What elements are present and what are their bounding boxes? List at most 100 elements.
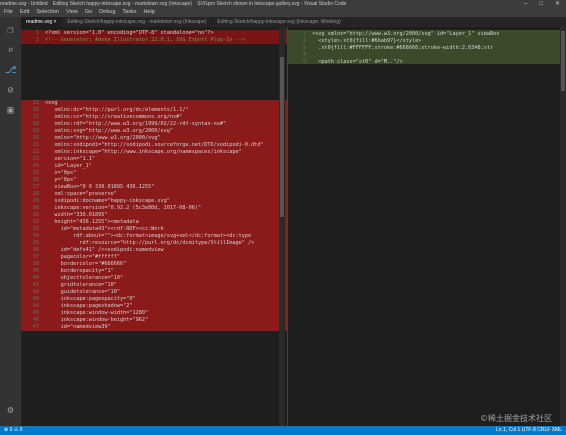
line-text: bordercolor="#666666" <box>45 261 127 267</box>
code-line: 42 guidetolerance="10" <box>21 289 287 296</box>
code-line: 26 y="0px" <box>21 177 287 184</box>
code-line: 38 bordercolor="#666666" <box>21 261 287 268</box>
code-line: 1 <?xml version="1.0" encoding="UTF-8" st… <box>21 30 287 37</box>
line-text: <svg <box>45 100 58 106</box>
search-icon[interactable]: ⌕ <box>5 45 16 56</box>
right-scrollbar[interactable] <box>560 27 566 426</box>
menu-go[interactable]: Go <box>85 8 92 17</box>
line-text: xml:space="preserve" <box>45 191 117 197</box>
line-text: guidetolerance="10" <box>45 289 120 295</box>
status-info[interactable]: Ln 1, Col 1 UTF-8 CRLF XML <box>496 426 562 435</box>
line-text: xmlns:svg="http://www.w3.org/2000/svg" <box>45 128 174 134</box>
line-text: inkscape:version="0.92.2 (5c3e80d, 2017-… <box>45 205 202 211</box>
code-line: 41 gridtolerance="10" <box>21 282 287 289</box>
code-line: 21 xmlns:sodipodi="http://sodipodi.sourc… <box>21 142 287 149</box>
activity-bar: ❐ ⌕ ⎇ ⊘ ▣ ⚙ <box>0 17 21 426</box>
menu-selection[interactable]: Selection <box>36 8 59 17</box>
code-line: 3 .st0{fill:#FFFFFF;stroke:#666666;strok… <box>288 45 566 52</box>
code-line: 16 xmlns:dc="http://purl.org/dc/elements… <box>21 107 287 114</box>
code-line: 17 xmlns:cc="http://creativecommons.org/… <box>21 114 287 121</box>
line-text: rdf:resource="http://purl.org/dc/dcmityp… <box>45 240 255 246</box>
title-segment: readme.svg - Untitled <box>0 1 48 7</box>
code-line: 44 inkscape:pageshadow="2" <box>21 303 287 310</box>
line-text: xmlns:rdf="http://www.w3.org/1999/02/22-… <box>45 121 227 127</box>
code-line: 19 xmlns:svg="http://www.w3.org/2000/svg… <box>21 128 287 135</box>
close-button[interactable]: ✕ <box>555 0 560 8</box>
menu-view[interactable]: View <box>66 8 78 17</box>
menu-edit[interactable]: Edit <box>20 8 29 17</box>
code-line: 2 <!-- Generator: Adobe Illustrator 22.0.… <box>21 37 287 44</box>
files-icon[interactable]: ❐ <box>5 25 16 36</box>
code-line: 32 height="436.1255"><metadata <box>21 219 287 226</box>
code-line: 46 inkscape:window-height="962" <box>21 317 287 324</box>
line-number: 42 <box>32 289 39 295</box>
tab-readme[interactable]: readme.svg × <box>21 17 63 27</box>
line-number: 20 <box>32 135 39 141</box>
scroll-thumb[interactable] <box>561 31 565 91</box>
line-number: 43 <box>32 296 39 302</box>
debug-icon[interactable]: ⊘ <box>5 85 16 96</box>
code-line: 36 id="defs41" /><sodipodi:namedview <box>21 247 287 254</box>
code-line: 1 <svg xmlns="http://www.w3.org/2000/svg"… <box>288 31 566 38</box>
scroll-thumb[interactable] <box>280 57 284 217</box>
code-line: 2 <style>.st0{fill:#6bab97}</style> <box>288 38 566 45</box>
line-number: 16 <box>32 107 39 113</box>
code-line: 22 xmlns:inkscape="http://www.inkscape.o… <box>21 149 287 156</box>
line-text: y="0px" <box>45 177 77 183</box>
tab-markdown-svg[interactable]: Editing Sketch/happy-inkscape.svg - mark… <box>62 17 213 27</box>
code-line: 40 objecttolerance="10" <box>21 275 287 282</box>
line-number: 23 <box>32 156 39 162</box>
minimize-button[interactable]: – <box>524 0 527 8</box>
source-control-icon[interactable]: ⎇ <box>5 65 17 76</box>
code-block: 15 <svg 16 xmlns:dc="http://purl.org/dc/el… <box>21 100 287 331</box>
line-text: pagecolor="#ffffff" <box>45 254 120 260</box>
line-number: 22 <box>32 149 39 155</box>
line-number: 32 <box>32 219 39 225</box>
line-text: rdf:about=""><dc:format>image/svg+xml</d… <box>45 233 252 239</box>
line-text: xmlns:sodipodi="http://sodipodi.sourcefo… <box>45 142 264 148</box>
code-line: 35 rdf:resource="http://purl.org/dc/dcmi… <box>21 240 287 247</box>
line-number: 33 <box>32 226 39 232</box>
line-number: 1 <box>302 31 306 37</box>
extensions-icon[interactable]: ▣ <box>5 105 16 116</box>
line-number: 47 <box>32 324 39 330</box>
title-segment: SVGpro Sketch shown in Inkscape-gallery.… <box>197 1 347 7</box>
menu-help[interactable]: Help <box>143 8 154 17</box>
line-number: 39 <box>32 268 39 274</box>
editor-right[interactable]: 1 <svg xmlns="http://www.w3.org/2000/svg"… <box>287 27 566 426</box>
line-text: objecttolerance="10" <box>45 275 124 281</box>
line-number: 35 <box>32 240 39 246</box>
editor-tabs: readme.svg × Editing Sketch/happy-inksca… <box>21 17 566 27</box>
line-number: 41 <box>32 282 39 288</box>
title-segment: Editing Sketch happy-inkscape.svg - mark… <box>52 1 192 7</box>
code-line: 23 version="1.1" <box>21 156 287 163</box>
code-line: 5 <path class="st0" d="M.."/> <box>288 59 566 66</box>
watermark: ©稀土掘金技术社区 <box>480 414 552 423</box>
status-bar: ⊗ 0 ⚠ 0 Ln 1, Col 1 UTF-8 CRLF XML <box>0 426 566 435</box>
menu-file[interactable]: File <box>4 8 13 17</box>
code-line: 25 x="0px" <box>21 170 287 177</box>
line-number: 36 <box>32 247 39 253</box>
editor-left[interactable]: 1 <?xml version="1.0" encoding="UTF-8" st… <box>21 27 287 426</box>
left-scrollbar[interactable] <box>279 27 285 426</box>
line-text: inkscape:window-width="1280" <box>45 310 149 316</box>
settings-gear-icon[interactable]: ⚙ <box>5 405 16 416</box>
line-number: 27 <box>32 184 39 190</box>
tab-inkscape-working[interactable]: Editing Sketch/happy-inkscape.svg (Inksc… <box>212 17 347 27</box>
code-block: 1 <svg xmlns="http://www.w3.org/2000/svg"… <box>288 31 566 66</box>
line-text: gridtolerance="10" <box>45 282 117 288</box>
menu-tasks[interactable]: Tasks <box>122 8 136 17</box>
line-number: 38 <box>32 261 39 267</box>
line-text: width="330.01895" <box>45 212 108 218</box>
menu-debug[interactable]: Debug <box>99 8 115 17</box>
code-line: 31 width="330.01895" <box>21 212 287 219</box>
code-line: 45 inkscape:window-width="1280" <box>21 310 287 317</box>
code-line: 20 xmlns="http://www.w3.org/2000/svg" <box>21 135 287 142</box>
line-number: 25 <box>32 170 39 176</box>
code-line: 34 rdf:about=""><dc:format>image/svg+xml… <box>21 233 287 240</box>
code-line: 4 <box>288 52 566 59</box>
maximize-button[interactable]: □ <box>539 0 543 8</box>
status-problems[interactable]: ⊗ 0 ⚠ 0 <box>4 426 22 435</box>
line-text: .st0{fill:#FFFFFF;stroke:#666666;stroke-… <box>312 45 494 51</box>
line-number: 31 <box>32 212 39 218</box>
